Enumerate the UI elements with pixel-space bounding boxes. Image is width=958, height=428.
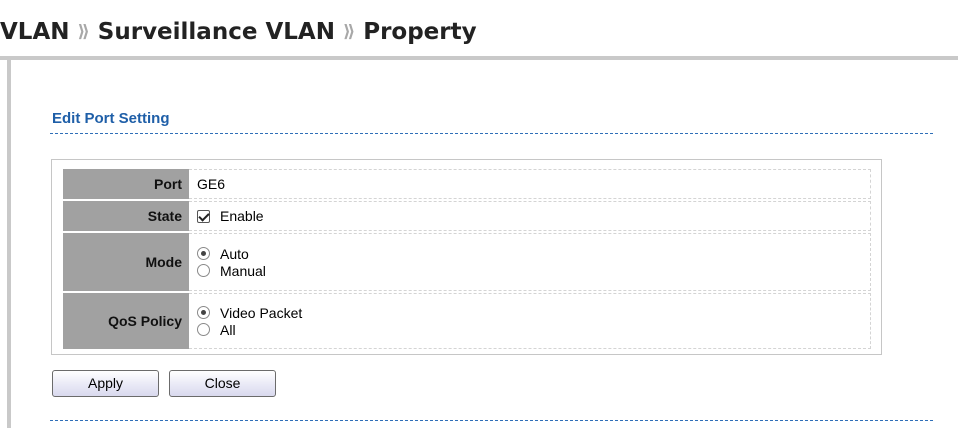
- state-value-cell: Enable: [189, 201, 871, 231]
- mode-auto-radio[interactable]: [197, 247, 210, 260]
- qos-video-packet-label: Video Packet: [220, 304, 303, 321]
- qos-all-option[interactable]: All: [197, 321, 870, 338]
- qos-video-packet-radio[interactable]: [197, 306, 210, 319]
- qos-video-packet-option[interactable]: Video Packet: [197, 304, 870, 321]
- mode-auto-option[interactable]: Auto: [197, 245, 870, 262]
- port-label: Port: [63, 169, 189, 199]
- port-value: GE6: [197, 176, 226, 192]
- state-enable-label: Enable: [220, 208, 264, 224]
- mode-value-cell: Auto Manual: [189, 233, 871, 291]
- close-button[interactable]: Close: [169, 370, 276, 397]
- mode-label: Mode: [63, 233, 189, 291]
- state-row: State Enable: [63, 201, 871, 231]
- apply-button[interactable]: Apply: [52, 370, 159, 397]
- qos-all-radio[interactable]: [197, 323, 210, 336]
- mode-row: Mode Auto Manual: [63, 233, 871, 291]
- mode-manual-radio[interactable]: [197, 264, 210, 277]
- breadcrumb-item-property: Property: [363, 19, 477, 45]
- qos-policy-row: QoS Policy Video Packet All: [63, 293, 871, 349]
- breadcrumb-separator-icon: ⟫: [77, 22, 90, 42]
- mode-auto-label: Auto: [220, 245, 249, 262]
- edit-port-form: Port GE6 State Enable Mode Auto Manual Q…: [51, 159, 882, 355]
- state-enable-checkbox[interactable]: [197, 209, 210, 223]
- mode-manual-option[interactable]: Manual: [197, 262, 870, 279]
- port-value-cell: GE6: [189, 169, 871, 199]
- breadcrumb-item-vlan[interactable]: VLAN: [0, 19, 70, 45]
- section-divider-bottom: [50, 420, 933, 421]
- state-enable-option[interactable]: Enable: [197, 208, 870, 225]
- content-left-border: [7, 60, 11, 428]
- breadcrumb-separator-icon: ⟫: [342, 22, 356, 42]
- qos-policy-label: QoS Policy: [63, 293, 189, 349]
- state-label: State: [63, 201, 189, 231]
- section-title: Edit Port Setting: [52, 110, 170, 127]
- port-row: Port GE6: [63, 169, 871, 199]
- mode-manual-label: Manual: [220, 262, 266, 279]
- qos-all-label: All: [220, 321, 236, 338]
- section-divider-top: [50, 133, 933, 134]
- breadcrumb: VLAN ⟫ Surveillance VLAN ⟫ Property: [0, 14, 477, 50]
- breadcrumb-item-surveillance-vlan[interactable]: Surveillance VLAN: [98, 19, 335, 45]
- header-divider: [0, 56, 958, 60]
- qos-policy-value-cell: Video Packet All: [189, 293, 871, 349]
